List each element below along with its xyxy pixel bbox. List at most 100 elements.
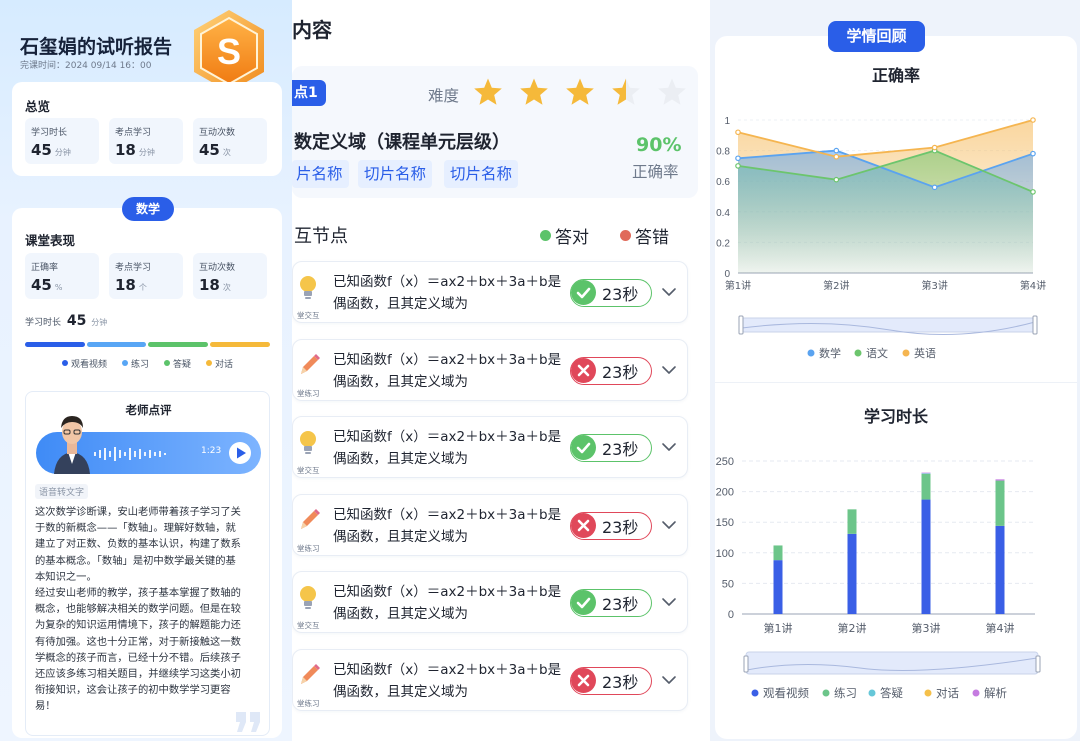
legend-video: 观看视频 — [62, 357, 107, 370]
teacher-avatar — [54, 416, 90, 474]
bar-segment-答疑 — [921, 473, 931, 474]
chevron-down-icon[interactable] — [661, 439, 677, 455]
check-icon — [571, 280, 596, 305]
y-tick-label: 0 — [728, 609, 734, 621]
question-card[interactable]: 堂练习 已知函数f（x）＝ax2＋bx＋3a＋b是 偶函数，且其定义域为 23秒 — [292, 339, 688, 401]
legend-dot — [868, 689, 876, 697]
question-text: 已知函数f（x）＝ax2＋bx＋3a＋b是 偶函数，且其定义域为 — [333, 662, 562, 700]
data-point — [735, 163, 741, 169]
accuracy-chart: 0 0.2 0.4 0.6 0.8 1 第1讲 第2讲 第3讲 第4讲数学 语文 英语 — [716, 116, 1046, 360]
data-point — [1030, 117, 1036, 123]
x-tick-label: 第1讲 — [725, 279, 751, 292]
question-card[interactable]: 堂练习 已知函数f（x）＝ax2＋bx＋3a＋b是 偶函数，且其定义域为 23秒 — [292, 494, 688, 556]
pencil-icon: 堂练习 — [296, 350, 322, 398]
question-card[interactable]: 堂交互 已知函数f（x）＝ax2＋bx＋3a＋b是 偶函数，且其定义域为 23秒 — [292, 416, 688, 478]
slider-handle-left[interactable] — [738, 315, 744, 335]
legend-label: 对话 — [936, 686, 959, 700]
result-correct-badge: 23秒 — [570, 434, 652, 462]
review-tag: 学情回顾 — [828, 21, 925, 52]
data-point — [1030, 150, 1036, 157]
y-tick-label: 200 — [716, 487, 734, 499]
bulb-icon: 堂交互 — [296, 427, 322, 475]
slice-chip-2[interactable]: 切片名称 — [358, 160, 433, 188]
classroom-stat-accuracy: 正确率 45% — [25, 253, 99, 299]
difficulty-star-icon — [658, 78, 686, 105]
y-tick-label: 250 — [716, 456, 734, 468]
legend-dot — [902, 349, 910, 357]
duration-bar-practice — [87, 342, 146, 347]
duration-bar-dialog — [210, 342, 270, 347]
bar-segment-观看视频 — [773, 560, 783, 614]
report-summary-panel: 石玺娟的试听报告 完课时间：2024 09/14 16：00 S 总览 学习时长… — [0, 0, 292, 741]
cross-icon — [571, 513, 596, 538]
y-tick-label: 0.4 — [716, 208, 730, 219]
chevron-down-icon[interactable] — [661, 284, 677, 300]
quote-icon — [236, 712, 260, 732]
result-wrong-badge: 23秒 — [570, 357, 652, 385]
chevron-down-icon[interactable] — [661, 517, 677, 533]
question-card[interactable]: 堂练习 已知函数f（x）＝ax2＋bx＋3a＋b是 偶函数，且其定义域为 23秒 — [292, 649, 688, 711]
data-point — [833, 147, 840, 154]
duration-row: 学习时长 45 分钟 — [25, 313, 108, 329]
knowledge-point-tag: 点1 — [292, 80, 326, 106]
legend-practice: 练习 — [122, 357, 149, 370]
course-content-panel: 内容 点1 难度 数定义域（课程单元层级） 90% 正确率 片名称 切片名称 切… — [292, 0, 710, 741]
cross-icon — [571, 358, 596, 383]
data-point — [833, 176, 840, 183]
svg-text:S: S — [217, 31, 241, 72]
bar-segment-练习 — [847, 509, 857, 534]
content-title: 内容 — [292, 18, 332, 42]
report-title: 石玺娟的试听报告 — [20, 36, 173, 58]
data-point — [833, 153, 840, 160]
duration-bar-qa — [148, 342, 208, 347]
y-tick-label: 0.6 — [716, 177, 730, 188]
subject-tag[interactable]: 数学 — [122, 197, 174, 221]
teacher-review-card: 老师点评 1:23 语音转文字 这次数学诊断课，安山老师带着孩子学习了关 于数的… — [25, 391, 270, 736]
data-point — [931, 184, 938, 191]
x-tick-label: 第1讲 — [764, 621, 793, 635]
legend-label: 观看视频 — [763, 686, 809, 700]
result-correct-badge: 23秒 — [570, 589, 652, 617]
answer-time: 23秒 — [602, 595, 639, 614]
slider-handle-left[interactable] — [743, 655, 749, 673]
result-correct-badge: 23秒 — [570, 279, 652, 307]
slider-handle-right[interactable] — [1032, 315, 1038, 335]
question-text: 已知函数f（x）＝ax2＋bx＋3a＋b是 偶函数，且其定义域为 — [333, 352, 562, 390]
answer-time: 23秒 — [602, 518, 639, 537]
speech-to-text-label[interactable]: 语音转文字 — [35, 484, 89, 499]
chevron-down-icon[interactable] — [661, 362, 677, 378]
question-text: 已知函数f（x）＝ax2＋bx＋3a＋b是 偶函数，且其定义域为 — [333, 584, 562, 622]
legend-dot — [924, 689, 932, 697]
question-text: 已知函数f（x）＝ax2＋bx＋3a＋b是 偶函数，且其定义域为 — [333, 429, 562, 467]
legend-label: 答疑 — [880, 686, 903, 700]
x-tick-label: 第2讲 — [838, 621, 867, 635]
answer-time: 23秒 — [602, 673, 639, 692]
accuracy-chart-title: 正确率 — [871, 66, 920, 85]
question-card[interactable]: 堂交互 已知函数f（x）＝ax2＋bx＋3a＋b是 偶函数，且其定义域为 23秒 — [292, 571, 688, 633]
difficulty-star-icon — [474, 78, 502, 105]
slice-chip-3[interactable]: 切片名称 — [444, 160, 519, 188]
slice-chip-1[interactable]: 片名称 — [292, 160, 349, 188]
bar-segment-练习 — [921, 473, 931, 500]
legend-dot — [822, 689, 830, 697]
difficulty-label: 难度 — [428, 87, 460, 105]
legend-dot — [854, 349, 862, 357]
legend-label: 语文 — [866, 346, 888, 360]
y-tick-label: 100 — [716, 548, 734, 560]
chevron-down-icon[interactable] — [661, 594, 677, 610]
legend-dot — [807, 349, 815, 357]
duration-chart-title: 学习时长 — [863, 407, 928, 426]
duration-bar-video — [25, 342, 85, 347]
difficulty-star-icon — [566, 78, 594, 105]
question-type-label: 堂交互 — [297, 311, 320, 320]
y-tick-label: 1 — [724, 116, 730, 127]
learning-review-panel: 学情回顾 正确率 0 0.2 0.4 0.6 0.8 1 第1讲 第2讲 第3讲 第4讲 数学 语文英… — [710, 0, 1080, 741]
y-tick-label: 0.2 — [716, 238, 730, 249]
question-card[interactable]: 堂交互 已知函数f（x）＝ax2＋bx＋3a＋b是 偶函数，且其定义域为 23秒 — [292, 261, 688, 323]
bar-segment-解析 — [921, 472, 931, 474]
chevron-down-icon[interactable] — [661, 672, 677, 688]
question-type-label: 堂交互 — [297, 466, 320, 475]
pencil-icon: 堂练习 — [296, 505, 322, 553]
play-icon[interactable] — [228, 441, 252, 465]
slider-handle-right[interactable] — [1035, 655, 1041, 673]
